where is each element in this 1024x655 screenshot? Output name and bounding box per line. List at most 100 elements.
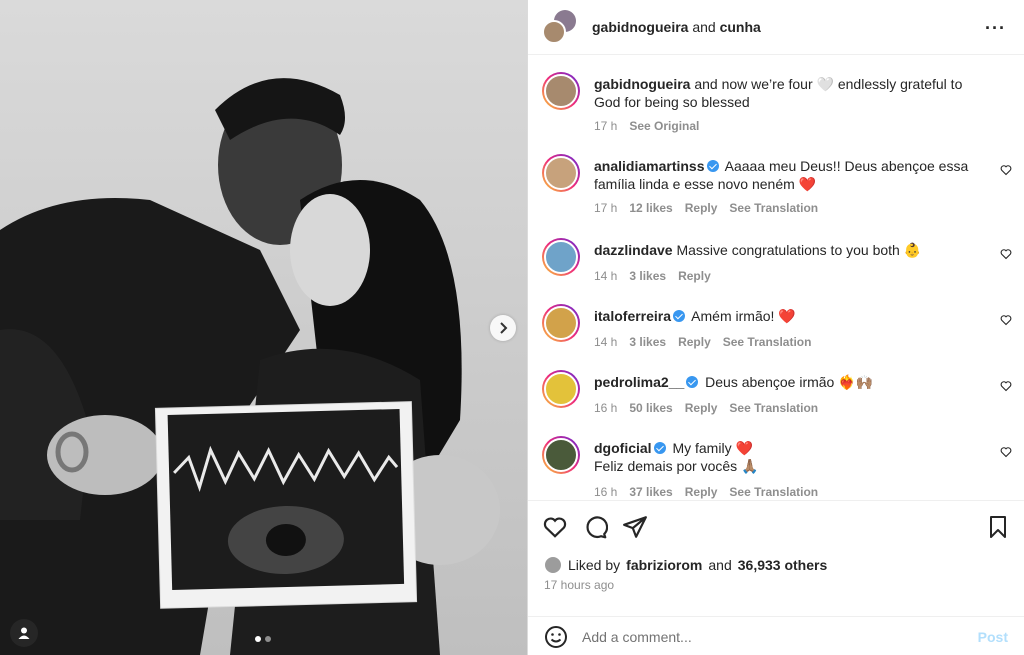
avatar[interactable]: [542, 72, 580, 110]
comment-composer: Post: [528, 616, 1024, 655]
comment-item: dgoficial My family ❤️ Feliz demais por …: [542, 436, 1014, 499]
likes-count[interactable]: 36,933 others: [738, 557, 828, 573]
reply-button[interactable]: Reply: [685, 201, 718, 215]
post-authors: gabidnogueira and cunha: [592, 19, 761, 35]
carousel-indicator: [255, 636, 271, 642]
comment-item: italoferreira Amém irmão! ❤️ 14 h 3 like…: [542, 304, 1014, 349]
verified-badge-icon: [706, 160, 719, 172]
heart-icon[interactable]: [542, 514, 568, 540]
avatar[interactable]: [544, 556, 562, 574]
comment-text: analidiamartinss Aaaaa meu Deus!! Deus a…: [594, 154, 990, 193]
comment-username[interactable]: dgoficial: [594, 440, 652, 456]
comment-username[interactable]: dazzlindave: [594, 242, 673, 258]
liked-by: Liked by fabriziorom and 36,933 others: [544, 556, 827, 574]
comment-input[interactable]: [582, 628, 942, 645]
comment-likes[interactable]: 12 likes: [629, 201, 672, 215]
comment-text: italoferreira Amém irmão! ❤️: [594, 304, 990, 325]
heart-icon[interactable]: [1000, 164, 1012, 176]
see-translation-button[interactable]: See Translation: [729, 485, 818, 499]
verified-badge-icon: [673, 310, 686, 322]
avatar-image: [544, 438, 578, 472]
comment-meta: 16 h 50 likes Reply See Translation: [594, 401, 1014, 415]
heart-icon[interactable]: [1000, 314, 1012, 326]
see-translation-button[interactable]: See Translation: [729, 201, 818, 215]
comment-icon[interactable]: [582, 514, 608, 540]
caption-time[interactable]: 17 h: [594, 119, 617, 133]
comment-text: dazzlindave Massive congratulations to y…: [594, 238, 990, 259]
caption-username[interactable]: gabidnogueira: [594, 76, 690, 92]
verified-badge-icon: [653, 442, 666, 454]
avatar-image: [544, 240, 578, 274]
collab-avatars[interactable]: [542, 10, 576, 44]
post-details-panel: gabidnogueira and cunha ··· gabidnogueir…: [527, 0, 1024, 655]
comment-time[interactable]: 14 h: [594, 269, 617, 283]
comment-likes[interactable]: 3 likes: [629, 269, 666, 283]
comment-time[interactable]: 16 h: [594, 485, 617, 499]
post-comment-button[interactable]: Post: [978, 629, 1008, 645]
action-bar: [542, 514, 1010, 540]
avatar[interactable]: [542, 370, 580, 408]
caption-text: gabidnogueira and now we’re four 🤍 endle…: [594, 72, 990, 111]
next-media-button[interactable]: [490, 315, 516, 341]
comment-time[interactable]: 14 h: [594, 335, 617, 349]
comment-time[interactable]: 17 h: [594, 201, 617, 215]
reply-button[interactable]: Reply: [678, 269, 711, 283]
person-icon: [18, 627, 30, 639]
caption-meta: 17 h See Original: [594, 119, 1014, 133]
heart-icon[interactable]: [1000, 446, 1012, 458]
post-media[interactable]: [0, 0, 527, 655]
comment-username[interactable]: italoferreira: [594, 308, 671, 324]
post-timestamp[interactable]: 17 hours ago: [544, 578, 614, 592]
avatar[interactable]: [542, 436, 580, 474]
comment-item: analidiamartinss Aaaaa meu Deus!! Deus a…: [542, 154, 1014, 215]
avatar-image: [544, 372, 578, 406]
comment-time[interactable]: 16 h: [594, 401, 617, 415]
see-original-button[interactable]: See Original: [629, 119, 699, 133]
more-horizontal-icon: ···: [985, 18, 1006, 38]
post-photo: [0, 0, 527, 655]
comment-body: Amém irmão! ❤️: [691, 308, 796, 324]
carousel-dot: [255, 636, 261, 642]
comment-meta: 17 h 12 likes Reply See Translation: [594, 201, 1014, 215]
tagged-users-button[interactable]: [10, 619, 38, 647]
carousel-dot: [265, 636, 271, 642]
comment-likes[interactable]: 3 likes: [629, 335, 666, 349]
comments-list: gabidnogueira and now we’re four 🤍 endle…: [528, 56, 1024, 500]
liked-by-user[interactable]: fabriziorom: [626, 557, 702, 573]
avatar: [542, 20, 566, 44]
avatar-image: [544, 306, 578, 340]
comment-meta: 14 h 3 likes Reply See Translation: [594, 335, 1014, 349]
comment-item: pedrolima2__ Deus abençoe irmão ❤️‍🔥🙌🏽 1…: [542, 370, 1014, 415]
avatar[interactable]: [542, 238, 580, 276]
coauthor-link[interactable]: cunha: [720, 19, 761, 35]
comment-username[interactable]: analidiamartinss: [594, 158, 705, 174]
verified-badge-icon: [686, 376, 699, 388]
liked-by-prefix: Liked by: [568, 557, 621, 573]
see-translation-button[interactable]: See Translation: [729, 401, 818, 415]
comment-username[interactable]: pedrolima2__: [594, 374, 684, 390]
comment-item: dazzlindave Massive congratulations to y…: [542, 238, 1014, 283]
share-icon[interactable]: [622, 514, 648, 540]
author-connector: and: [692, 19, 716, 35]
reply-button[interactable]: Reply: [678, 335, 711, 349]
bookmark-icon[interactable]: [986, 514, 1010, 540]
avatar[interactable]: [542, 304, 580, 342]
avatar[interactable]: [542, 154, 580, 192]
comment-body-line2: Feliz demais por vocês 🙏🏽: [594, 458, 759, 474]
avatar-image: [544, 156, 578, 190]
post-header: gabidnogueira and cunha ···: [528, 0, 1024, 55]
author-link[interactable]: gabidnogueira: [592, 19, 688, 35]
chevron-right-icon: [500, 322, 508, 334]
reply-button[interactable]: Reply: [685, 485, 718, 499]
comment-likes[interactable]: 50 likes: [629, 401, 672, 415]
heart-icon[interactable]: [1000, 248, 1012, 260]
liked-by-and: and: [708, 557, 732, 573]
reply-button[interactable]: Reply: [685, 401, 718, 415]
see-translation-button[interactable]: See Translation: [723, 335, 812, 349]
comment-text: dgoficial My family ❤️ Feliz demais por …: [594, 436, 990, 475]
comment-likes[interactable]: 37 likes: [629, 485, 672, 499]
smiley-icon[interactable]: [544, 625, 568, 649]
heart-icon[interactable]: [1000, 380, 1012, 392]
post-actions: Liked by fabriziorom and 36,933 others 1…: [528, 500, 1024, 655]
more-options-button[interactable]: ···: [985, 18, 1006, 39]
